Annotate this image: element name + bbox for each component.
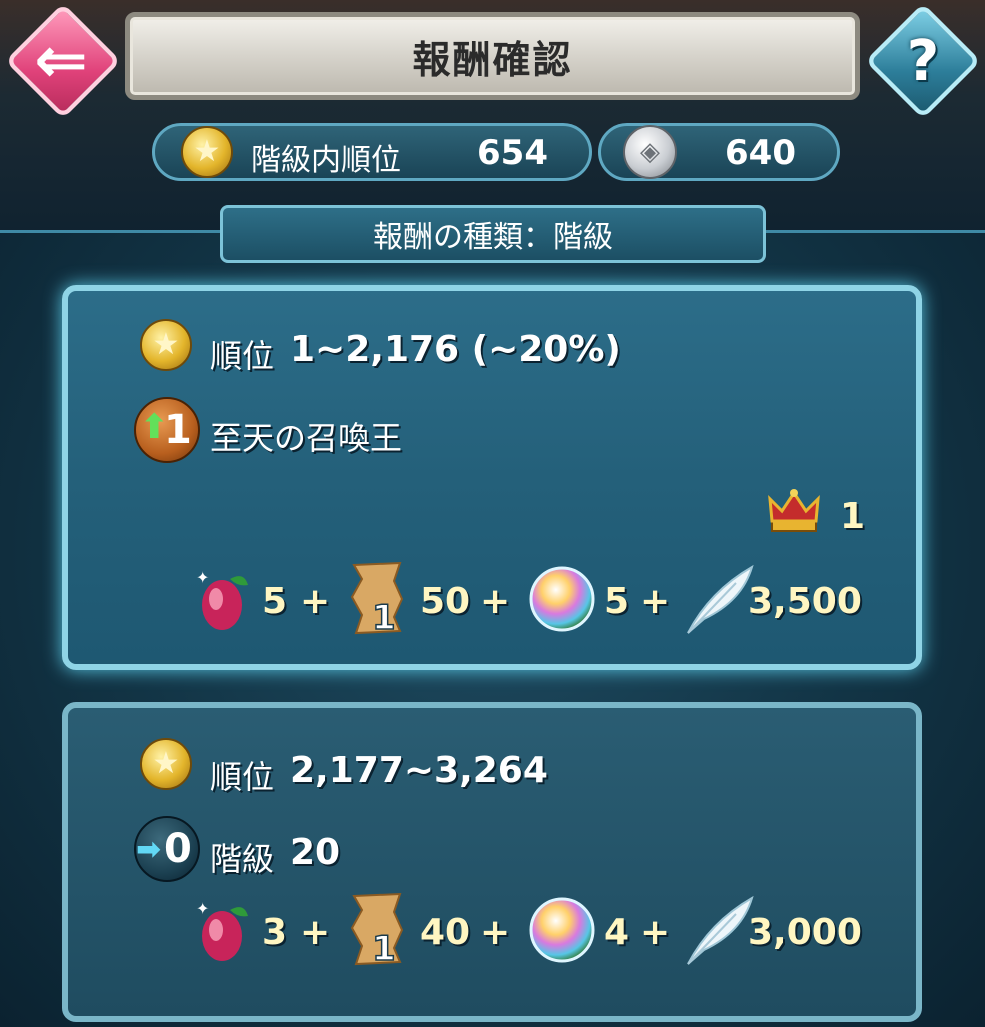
orb-icon — [529, 566, 595, 632]
svg-text:1: 1 — [372, 929, 396, 966]
silver-medal-icon: ◈ — [623, 125, 677, 179]
crown-count: 1 — [840, 496, 866, 537]
tier-rank-label: 順位 — [210, 337, 275, 375]
feather-icon — [687, 895, 754, 965]
orb-icon — [529, 897, 595, 963]
tier-rank-value: 2,177~3,264 — [290, 750, 548, 791]
feather-icon — [687, 564, 754, 634]
scroll-count: 50 — [420, 581, 471, 622]
feather-count: 3,500 — [748, 581, 862, 622]
page-title: 報酬確認 — [412, 37, 573, 82]
title-bar: 報酬確認 — [125, 12, 860, 100]
tier-title-reward: 至天の召喚王 — [210, 419, 403, 457]
score-pill: ◈ 640 — [598, 123, 840, 181]
plus-sign: + — [480, 581, 511, 622]
rank-value: 654 — [477, 133, 548, 173]
score-value: 640 — [725, 133, 796, 173]
svg-text:✦: ✦ — [196, 568, 209, 587]
svg-text:✦: ✦ — [196, 899, 209, 918]
tier-change-value: 20 — [290, 832, 341, 873]
rank-coin-icon: ★ — [140, 738, 192, 790]
fruit-count: 3 — [262, 912, 288, 953]
reward-type-header: 報酬の種類：階級 — [220, 205, 766, 263]
grail-fruit-icon: ✦ — [196, 568, 248, 630]
feather-count: 3,000 — [748, 912, 862, 953]
reward-type-label: 報酬の種類：階級 — [373, 220, 613, 255]
rank-coin-icon: ★ — [181, 126, 233, 178]
fruit-count: 5 — [262, 581, 288, 622]
rank-up-icon: ⬆ 1 — [134, 397, 200, 463]
back-arrow-icon[interactable]: ⇐ — [18, 26, 104, 96]
question-mark-icon[interactable]: ? — [880, 22, 966, 102]
rank-stay-icon: ➡ 0 — [134, 816, 200, 882]
plus-sign: + — [640, 581, 671, 622]
plus-sign: + — [300, 912, 331, 953]
reward-tier-card[interactable]: ★ 順位 1~2,176 (~20%) ⬆ 1 至天の召喚王 1 ✦ 5 + 1… — [62, 285, 922, 670]
orb-count: 5 — [604, 581, 630, 622]
grail-fruit-icon: ✦ — [196, 899, 248, 961]
scroll-icon: 1 — [350, 561, 404, 635]
plus-sign: + — [480, 912, 511, 953]
svg-text:1: 1 — [372, 598, 396, 635]
rank-pill: ★ 階級内順位 654 — [152, 123, 592, 181]
rank-label: 階級内順位 — [251, 143, 401, 178]
orb-count: 4 — [604, 912, 630, 953]
plus-sign: + — [300, 581, 331, 622]
rank-coin-icon: ★ — [140, 319, 192, 371]
reward-tier-card[interactable]: ★ 順位 2,177~3,264 ➡ 0 階級 20 ✦ 3 + 1 40 + … — [62, 702, 922, 1022]
plus-sign: + — [640, 912, 671, 953]
tier-rank-label: 順位 — [210, 758, 275, 796]
scroll-count: 40 — [420, 912, 471, 953]
scroll-icon: 1 — [350, 892, 404, 966]
crown-icon — [768, 489, 820, 532]
tier-change-label: 階級 — [210, 840, 275, 878]
tier-rank-value: 1~2,176 (~20%) — [290, 329, 621, 370]
